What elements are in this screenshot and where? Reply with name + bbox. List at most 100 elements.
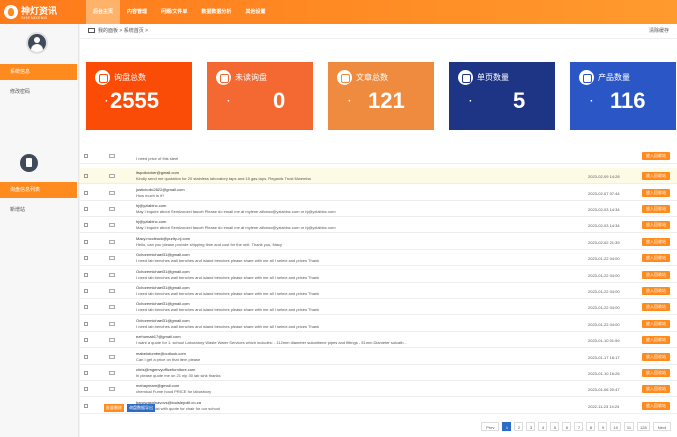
table-row[interactable]: chris@mgenvyofficefurniture.com hi please… xyxy=(80,365,677,381)
sidebar-item-change-password[interactable]: 修改密码 xyxy=(0,84,77,100)
table-row[interactable]: itspolicicker@gmail.com Kindly send me qu… xyxy=(80,168,677,184)
recycle-button[interactable]: 放入回收站 xyxy=(642,254,670,262)
batch-delete-button[interactable]: 批量删除 xyxy=(104,404,124,412)
stat-card-pages[interactable]: 单页数量 · 5 xyxy=(449,62,555,130)
row-checkbox[interactable] xyxy=(84,191,88,195)
recycle-button[interactable]: 放入回收站 xyxy=(642,205,670,213)
row-checkbox[interactable] xyxy=(84,207,88,211)
row-checkbox[interactable] xyxy=(84,371,88,375)
row-message: Can I get a price on that item please xyxy=(136,357,201,362)
recycle-button[interactable]: 放入回收站 xyxy=(642,385,670,393)
row-checkbox[interactable] xyxy=(84,338,88,342)
export-button[interactable]: 询盘数据导出 xyxy=(127,404,155,412)
stat-label: 单页数量 xyxy=(477,73,509,82)
row-checkbox[interactable] xyxy=(84,404,88,408)
page-button[interactable]: Prev xyxy=(481,422,500,431)
row-checkbox[interactable] xyxy=(84,322,88,326)
page-button[interactable]: 11 xyxy=(623,422,635,431)
table-row[interactable]: Ochoremichael31@gmail.com I need lab benc… xyxy=(80,250,677,266)
table-row[interactable]: hj@yzlabinc.com May i inquire about Semiz… xyxy=(80,201,677,217)
page-button[interactable]: 3 xyxy=(526,422,536,431)
sidebar-item-system-info[interactable]: 系统信息 xyxy=(0,64,77,80)
row-date: 2023-01-22 04:00 xyxy=(588,289,620,294)
recycle-button[interactable]: 放入回收站 xyxy=(642,172,670,180)
recycle-button[interactable]: 放入回收站 xyxy=(642,189,670,197)
table-row[interactable]: I need price of this steel 放入回收站 xyxy=(80,148,677,164)
recycle-button[interactable]: 放入回收站 xyxy=(642,271,670,279)
nav-item-content[interactable]: 内容管理 xyxy=(120,0,154,24)
page-icon xyxy=(458,70,473,85)
page-button[interactable]: 6 xyxy=(562,422,572,431)
mail-icon xyxy=(109,256,115,260)
recycle-button[interactable]: 放入回收站 xyxy=(642,238,670,246)
stat-card-inquiries[interactable]: 询盘总数 · 2555 xyxy=(86,62,192,130)
row-message: May i inquire about Semizonzel faucet Pl… xyxy=(136,209,336,214)
recycle-button[interactable]: 放入回收站 xyxy=(642,221,670,229)
nav-item-questions[interactable]: 问题/文件单 xyxy=(154,0,194,24)
sidebar-item-new-site[interactable]: 新增站 xyxy=(0,202,77,218)
stat-label: 询盘总数 xyxy=(114,73,146,82)
row-checkbox[interactable] xyxy=(84,223,88,227)
row-date: 2023-01-22 04:00 xyxy=(588,322,620,327)
table-row[interactable]: ezrhumab17@gmail.com I want a quote for 1… xyxy=(80,332,677,348)
row-checkbox[interactable] xyxy=(84,355,88,359)
dashboard-panel: 我的面板 > 系统首页 > 清除缓存 询盘总数 · 2555 未读询盘 · 0 … xyxy=(80,24,677,154)
layers-icon xyxy=(579,70,594,85)
recycle-button[interactable]: 放入回收站 xyxy=(642,336,670,344)
row-checkbox[interactable] xyxy=(84,387,88,391)
recycle-button[interactable]: 放入回收站 xyxy=(642,152,670,160)
table-row[interactable]: Ochoremichael31@gmail.com I need lab benc… xyxy=(80,283,677,299)
stat-value: 116 xyxy=(610,88,646,113)
chart-icon xyxy=(95,70,110,85)
clear-cache-link[interactable]: 清除缓存 xyxy=(649,27,669,34)
nav-item-analytics[interactable]: 数据数据分析 xyxy=(194,0,238,24)
row-checkbox[interactable] xyxy=(84,289,88,293)
table-row[interactable]: justicholic2822@gmail.com How much is it?… xyxy=(80,185,677,201)
table-row[interactable]: Ochoremichael31@gmail.com I need lab benc… xyxy=(80,316,677,332)
logo-sub: SHENDENG xyxy=(21,15,48,20)
page-button[interactable]: 128 xyxy=(637,422,650,431)
page-button[interactable]: 4 xyxy=(538,422,548,431)
page-button[interactable]: 10 xyxy=(610,422,621,431)
page-button[interactable]: 5 xyxy=(550,422,560,431)
row-message: I need lab benches wall benches and isla… xyxy=(136,291,320,296)
recycle-button[interactable]: 放入回收站 xyxy=(642,320,670,328)
pagination: Prev 1 2 3 4 5 6 7 8 9 10 11 128 Next xyxy=(478,422,671,431)
breadcrumb: 我的面板 > 系统首页 > xyxy=(88,27,148,34)
table-row[interactable]: Ochoremichael31@gmail.com I need lab benc… xyxy=(80,299,677,315)
stat-card-unread[interactable]: 未读询盘 · 0 xyxy=(207,62,313,130)
table-row[interactable]: mehaymam@gmail.com chemical Fume hood PRI… xyxy=(80,381,677,397)
stat-card-products[interactable]: 产品数量 · 116 xyxy=(570,62,676,130)
page-button[interactable]: 1 xyxy=(502,422,512,431)
stat-value: 0 xyxy=(273,88,286,113)
recycle-button[interactable]: 放入回收站 xyxy=(642,369,670,377)
page-button[interactable]: 7 xyxy=(574,422,584,431)
inquiry-table: I need price of this steel 放入回收站 itspolici… xyxy=(80,152,677,437)
row-checkbox[interactable] xyxy=(84,174,88,178)
row-checkbox[interactable] xyxy=(84,240,88,244)
table-row[interactable]: mabelotumbe@outlook.com Can I get a price… xyxy=(80,349,677,365)
row-checkbox[interactable] xyxy=(84,154,88,158)
row-from: hj@yzlabinc.com xyxy=(136,203,167,208)
stat-card-articles[interactable]: 文章总数 · 121 xyxy=(328,62,434,130)
row-checkbox[interactable] xyxy=(84,273,88,277)
table-row[interactable]: bancwasnlnavovs@louislepolit.co.za Please… xyxy=(80,398,677,414)
nav-item-home[interactable]: 后台主页 xyxy=(86,0,121,24)
recycle-button[interactable]: 放入回收站 xyxy=(642,303,670,311)
recycle-button[interactable]: 放入回收站 xyxy=(642,402,670,410)
table-row[interactable]: Ochoremichael31@gmail.com I need lab benc… xyxy=(80,267,677,283)
page-button[interactable]: 8 xyxy=(586,422,596,431)
recycle-button[interactable]: 放入回收站 xyxy=(642,287,670,295)
page-button[interactable]: Next xyxy=(652,422,671,431)
nav-item-settings[interactable]: 其他设置 xyxy=(238,0,272,24)
clipboard-icon xyxy=(20,154,38,172)
row-date: 2023-02-02 21:39 xyxy=(588,240,620,245)
row-checkbox[interactable] xyxy=(84,256,88,260)
recycle-button[interactable]: 放入回收站 xyxy=(642,353,670,361)
row-checkbox[interactable] xyxy=(84,305,88,309)
table-row[interactable]: hj@yzlabinc.com May i inquire about Semiz… xyxy=(80,217,677,233)
sidebar-item-inquiry-list[interactable]: 询盘信息列表 xyxy=(0,182,77,198)
page-button[interactable]: 2 xyxy=(514,422,524,431)
page-button[interactable]: 9 xyxy=(598,422,608,431)
table-row[interactable]: Macy.mccleuck@purity-nj.com Hello, can yo… xyxy=(80,234,677,250)
